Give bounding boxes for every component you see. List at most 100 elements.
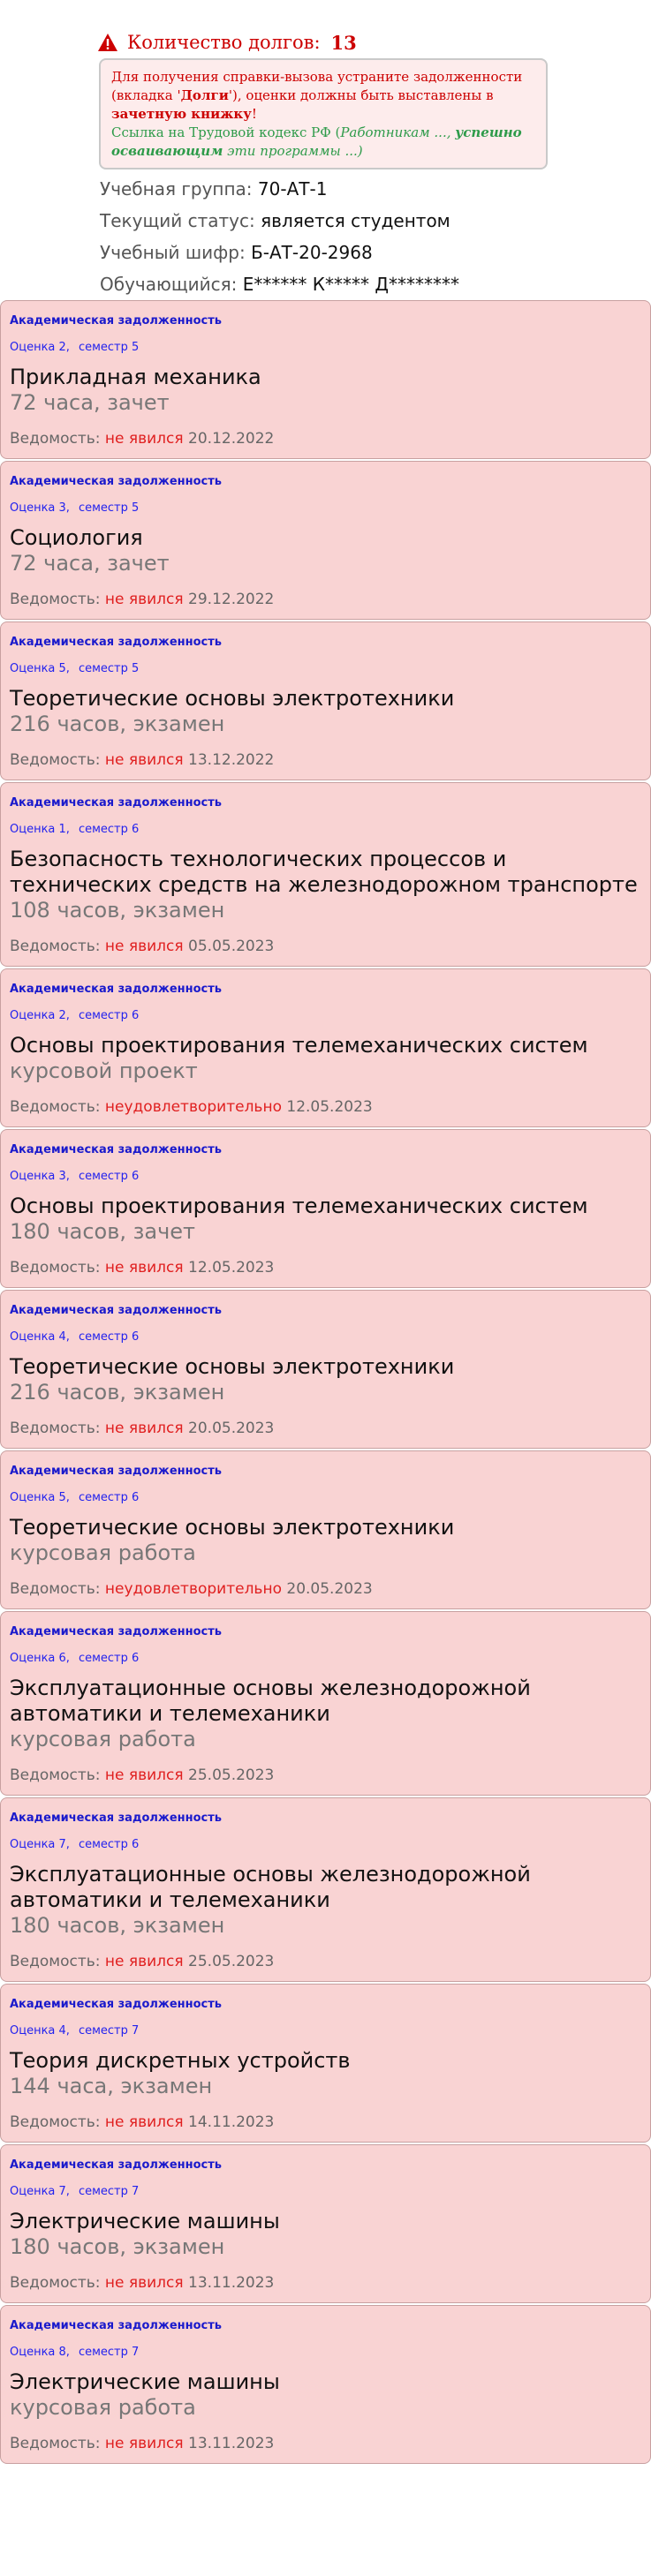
debts-tab-link[interactable]: Долги	[181, 87, 229, 103]
debt-card: Академическая задолженность Оценка 1, семе…	[0, 782, 651, 967]
debt-type: Академическая задолженность	[10, 1304, 223, 1317]
subject-hours: курсовая работа	[10, 1727, 196, 1751]
grade-number: Оценка 6,	[10, 1652, 70, 1665]
sheet-result: не явился	[104, 751, 184, 769]
debt-meta: Оценка 3, семестр 5	[10, 501, 641, 516]
notice-line: Для получения справки-вызова устраните з…	[111, 69, 523, 85]
debt-card: Академическая задолженность Оценка 5, семе…	[0, 621, 651, 780]
subject-title: Теоретические основы электротехники	[10, 686, 455, 711]
sheet-date: 20.12.2022	[188, 430, 275, 448]
subject-title: Электрические машины	[10, 2369, 280, 2394]
grade-number: Оценка 7,	[10, 1838, 70, 1851]
semester: семестр 7	[78, 2185, 140, 2198]
sheet-result: не явился	[104, 1420, 184, 1437]
debt-meta: Оценка 2, семестр 5	[10, 340, 641, 356]
sheet-date: 12.05.2023	[188, 1259, 275, 1277]
debt-card: Академическая задолженность Оценка 3, семе…	[0, 461, 651, 620]
labor-code-link-cont[interactable]: осваивающим эти программы ...)	[111, 142, 537, 161]
sheet-result: не явился	[104, 430, 184, 448]
student-name-row: Обучающийся: Е****** К***** Д********	[100, 270, 459, 298]
debt-type: Академическая задолженность	[10, 636, 223, 649]
sheet-label: Ведомость:	[10, 1766, 101, 1784]
sheet-label: Ведомость:	[10, 1953, 101, 1970]
group-value: 70-АТ-1	[257, 178, 328, 200]
sheet-date: 14.11.2023	[188, 2113, 275, 2131]
grade-number: Оценка 3,	[10, 1170, 70, 1183]
grade-number: Оценка 8,	[10, 2346, 70, 2359]
debt-meta: Оценка 1, семестр 6	[10, 822, 641, 838]
sheet-row: Ведомость: не явился 25.05.2023	[10, 1951, 641, 1972]
subject-title: Основы проектирования телемеханических с…	[10, 1033, 588, 1058]
subject-hours: 108 часов, экзамен	[10, 898, 225, 923]
debt-type: Академическая задолженность	[10, 1625, 223, 1638]
debt-type: Академическая задолженность	[10, 983, 223, 996]
debt-card: Академическая задолженность Оценка 8, семе…	[0, 2305, 651, 2464]
sheet-result: не явился	[104, 2435, 184, 2452]
group-row: Учебная группа: 70-АТ-1	[100, 175, 327, 203]
sheet-label: Ведомость:	[10, 2113, 101, 2131]
sheet-date: 25.05.2023	[188, 1766, 275, 1784]
semester: семестр 5	[78, 341, 140, 354]
grade-number: Оценка 4,	[10, 2024, 70, 2037]
subject-hours: 72 часа, зачет	[10, 551, 170, 576]
subject-title: Теоретические основы электротехники	[10, 1354, 455, 1379]
debt-type: Академическая задолженность	[10, 1998, 223, 2011]
sheet-label: Ведомость:	[10, 430, 101, 448]
grade-number: Оценка 7,	[10, 2185, 70, 2198]
notice-line: (вкладка 'Долги'), оценки должны быть вы…	[111, 87, 494, 103]
subject-title: Прикладная механика	[10, 365, 261, 389]
semester: семестр 6	[78, 1491, 140, 1504]
sheet-result: не явился	[104, 591, 184, 608]
debt-meta: Оценка 7, семестр 7	[10, 2184, 641, 2200]
sheet-row: Ведомость: не явился 29.12.2022	[10, 589, 641, 610]
sheet-row: Ведомость: не явился 13.11.2023	[10, 2433, 641, 2454]
semester: семестр 7	[78, 2024, 140, 2037]
debt-type: Академическая задолженность	[10, 796, 223, 810]
semester: семестр 6	[78, 1009, 140, 1022]
sheet-date: 13.11.2023	[188, 2274, 275, 2292]
debt-card: Академическая задолженность Оценка 7, семе…	[0, 1797, 651, 1982]
subject-hours: 216 часов, экзамен	[10, 712, 225, 736]
debt-meta: Оценка 7, семестр 6	[10, 1837, 641, 1853]
semester: семестр 6	[78, 1838, 140, 1851]
debt-meta: Оценка 2, семестр 6	[10, 1008, 641, 1024]
semester: семестр 6	[78, 1652, 140, 1665]
debt-count-value: 13	[330, 31, 357, 54]
sheet-result: не явился	[104, 938, 184, 955]
debt-card: Академическая задолженность Оценка 3, семе…	[0, 1129, 651, 1288]
sheet-date: 12.05.2023	[286, 1098, 373, 1116]
grade-number: Оценка 2,	[10, 341, 70, 354]
sheet-row: Ведомость: неудовлетворительно 20.05.202…	[10, 1578, 641, 1600]
debt-type: Академическая задолженность	[10, 1811, 223, 1825]
sheet-row: Ведомость: не явился 05.05.2023	[10, 936, 641, 957]
labor-code-link[interactable]: Ссылка на Трудовой кодекс РФ (Работникам…	[111, 124, 537, 142]
grade-number: Оценка 4,	[10, 1330, 70, 1344]
student-name-label: Обучающийся:	[100, 274, 238, 295]
grade-number: Оценка 5,	[10, 1491, 70, 1504]
debt-count-heading: Количество долгов: 13	[97, 29, 357, 56]
sheet-result: не явился	[104, 2113, 184, 2131]
subject-hours: 180 часов, экзамен	[10, 1913, 225, 1938]
subject-title: Безопасность технологических процессов и…	[10, 847, 638, 897]
subject-title: Эксплуатационные основы железнодорожной …	[10, 1862, 531, 1912]
debt-card: Академическая задолженность Оценка 4, семе…	[0, 1984, 651, 2143]
sheet-label: Ведомость:	[10, 1420, 101, 1437]
debt-meta: Оценка 4, семестр 7	[10, 2023, 641, 2039]
sheet-row: Ведомость: не явился 20.12.2022	[10, 428, 641, 449]
sheet-date: 20.05.2023	[188, 1420, 275, 1437]
grade-number: Оценка 3,	[10, 501, 70, 515]
sheet-row: Ведомость: не явился 20.05.2023	[10, 1418, 641, 1439]
subject-hours: 144 часа, экзамен	[10, 2074, 213, 2098]
sheet-label: Ведомость:	[10, 1098, 101, 1116]
debt-card: Академическая задолженность Оценка 2, семе…	[0, 300, 651, 459]
sheet-label: Ведомость:	[10, 591, 101, 608]
subject-hours: курсовая работа	[10, 1540, 196, 1565]
semester: семестр 6	[78, 1170, 140, 1183]
sheet-label: Ведомость:	[10, 2435, 101, 2452]
sheet-label: Ведомость:	[10, 2274, 101, 2292]
sheet-result: не явился	[104, 1766, 184, 1784]
student-name-value: Е****** К***** Д********	[242, 274, 459, 295]
semester: семестр 5	[78, 662, 140, 675]
debt-card: Академическая задолженность Оценка 2, семе…	[0, 968, 651, 1127]
sheet-date: 05.05.2023	[188, 938, 275, 955]
